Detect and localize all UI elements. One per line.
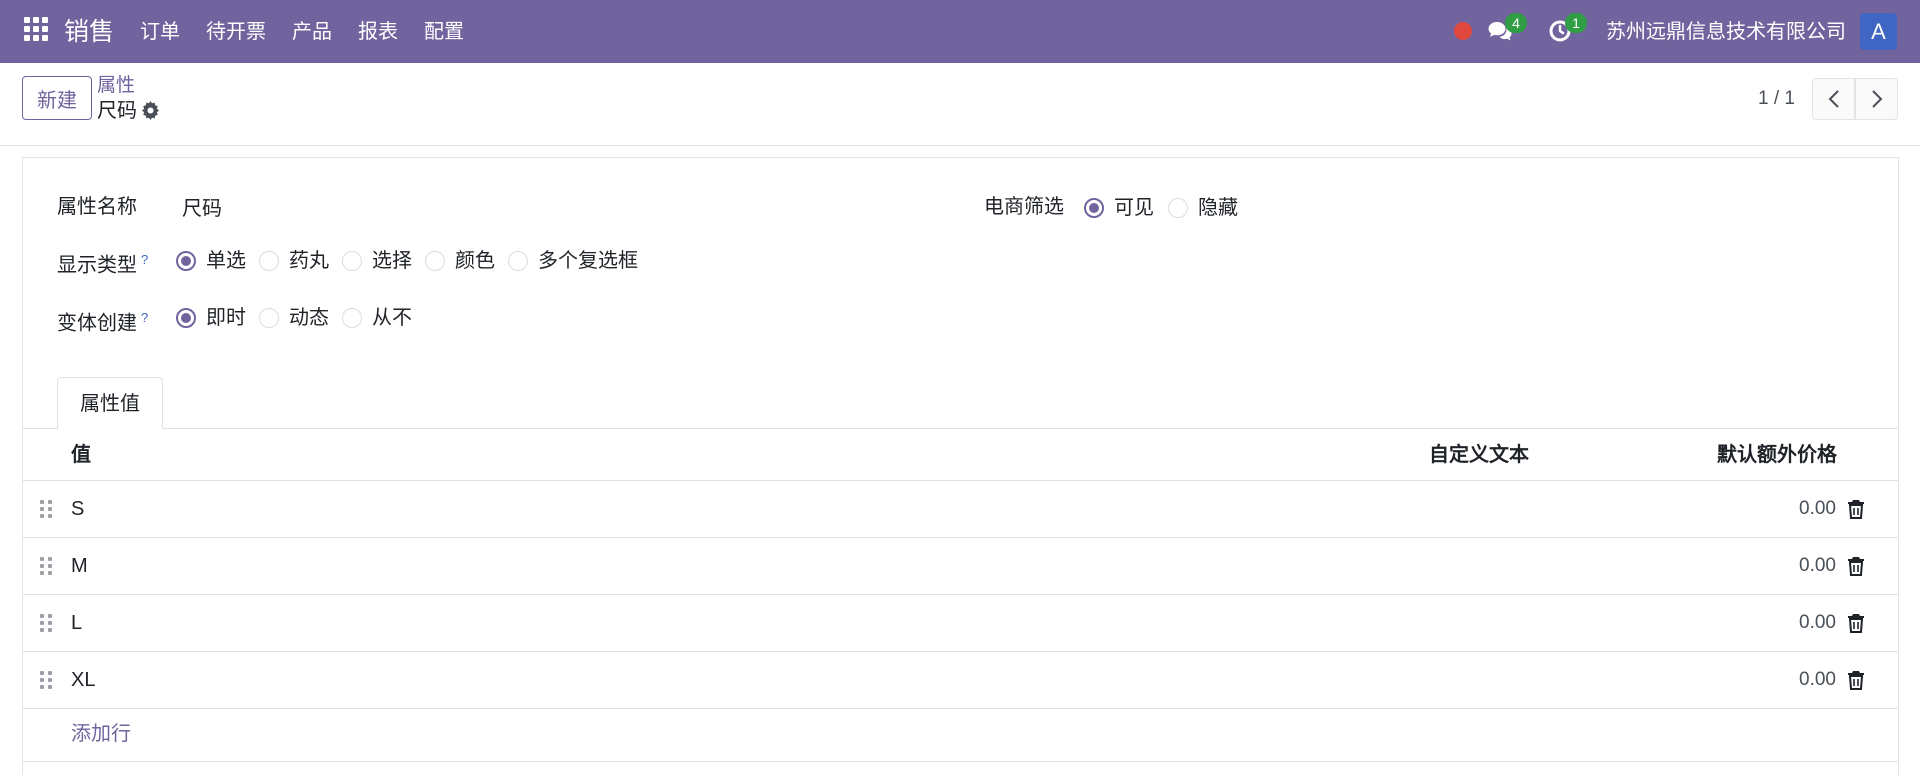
radio-label: 隐藏 [1198, 197, 1238, 219]
add-line-link[interactable]: 添加行 [71, 721, 131, 747]
row-extra-price[interactable]: 0.00 [1799, 610, 1836, 636]
breadcrumb-current: 尺码 [97, 100, 137, 122]
radio-label: 多个复选框 [538, 250, 638, 272]
radio-ecommerce-visible[interactable]: 可见 [1084, 195, 1154, 221]
menu-item-to-invoice[interactable]: 待开票 [206, 19, 266, 45]
radio-dot[interactable] [259, 251, 279, 271]
row-extra-price[interactable]: 0.00 [1799, 496, 1836, 522]
table-bottom-divider [23, 761, 1898, 762]
radio-label: 动态 [289, 307, 329, 329]
row-value-name[interactable]: S [71, 496, 84, 522]
menu-item-orders[interactable]: 订单 [140, 19, 180, 45]
radio-label: 即时 [206, 307, 246, 329]
drag-handle-icon[interactable] [40, 500, 52, 518]
table-row[interactable]: L 0.00 [23, 595, 1898, 652]
attribute-name-label: 属性名称 [57, 196, 137, 218]
ecommerce-filter-label: 电商筛选 [984, 196, 1064, 218]
pager-value[interactable]: 1 / 1 [1758, 87, 1795, 111]
pager-next-button[interactable] [1855, 78, 1898, 120]
main-menu: 订单 待开票 产品 报表 配置 [140, 19, 490, 45]
table-row[interactable]: XL 0.00 [23, 652, 1898, 709]
chevron-right-icon [1871, 90, 1882, 108]
radio-dot[interactable] [1168, 198, 1188, 218]
radio-dot[interactable] [425, 251, 445, 271]
table-header: 值 自定义文本 默认额外价格 [23, 429, 1898, 481]
radio-dot[interactable] [342, 251, 362, 271]
breadcrumb-parent[interactable]: 属性 [97, 75, 135, 97]
trash-icon[interactable] [1847, 556, 1865, 576]
row-value-name[interactable]: XL [71, 667, 95, 693]
top-navbar: 销售 订单 待开票 产品 报表 配置 4 1 苏州远鼎信息技术有限公司 A [0, 0, 1920, 63]
radio-display-radio[interactable]: 单选 [176, 248, 246, 274]
gear-icon[interactable] [141, 101, 160, 120]
radio-label: 可见 [1114, 197, 1154, 219]
new-button[interactable]: 新建 [22, 76, 92, 120]
app-name[interactable]: 销售 [64, 17, 114, 47]
radio-display-multi-checkbox[interactable]: 多个复选框 [508, 248, 638, 274]
row-value-name[interactable]: M [71, 553, 88, 579]
apps-menu-icon[interactable] [24, 17, 48, 41]
radio-display-color[interactable]: 颜色 [425, 248, 495, 274]
radio-dot[interactable] [1084, 198, 1104, 218]
radio-label: 从不 [372, 307, 412, 329]
row-extra-price[interactable]: 0.00 [1799, 553, 1836, 579]
radio-label: 颜色 [455, 250, 495, 272]
pager-previous-button[interactable] [1812, 78, 1855, 120]
chat-count-badge: 4 [1505, 13, 1527, 33]
company-switcher[interactable]: 苏州远鼎信息技术有限公司 [1606, 19, 1846, 45]
menu-item-configuration[interactable]: 配置 [424, 19, 464, 45]
radio-label: 单选 [206, 250, 246, 272]
menu-item-reporting[interactable]: 报表 [358, 19, 398, 45]
variant-creation-label: 变体创建? [57, 305, 148, 337]
drag-handle-icon[interactable] [40, 614, 52, 632]
tab-attribute-values[interactable]: 属性值 [57, 377, 163, 429]
row-extra-price[interactable]: 0.00 [1799, 667, 1836, 693]
table-row[interactable]: S 0.00 [23, 481, 1898, 538]
record-status-icon[interactable] [1454, 22, 1472, 40]
activity-count-badge: 1 [1565, 13, 1587, 33]
radio-label: 选择 [372, 250, 412, 272]
radio-dot[interactable] [342, 308, 362, 328]
user-avatar[interactable]: A [1860, 13, 1897, 50]
radio-variant-instantly[interactable]: 即时 [176, 305, 246, 331]
help-tooltip-icon[interactable]: ? [141, 252, 148, 267]
drag-handle-icon[interactable] [40, 557, 52, 575]
radio-dot[interactable] [508, 251, 528, 271]
row-value-name[interactable]: L [71, 610, 82, 636]
table-row[interactable]: M 0.00 [23, 538, 1898, 595]
chevron-left-icon [1828, 90, 1839, 108]
trash-icon[interactable] [1847, 499, 1865, 519]
column-header-custom-text[interactable]: 自定义文本 [1429, 442, 1529, 468]
menu-item-products[interactable]: 产品 [292, 19, 332, 45]
radio-display-select[interactable]: 选择 [342, 248, 412, 274]
column-header-value[interactable]: 值 [71, 442, 91, 468]
trash-icon[interactable] [1847, 670, 1865, 690]
radio-label: 药丸 [289, 250, 329, 272]
display-type-label: 显示类型? [57, 247, 148, 279]
display-type-label-text: 显示类型 [57, 254, 137, 277]
radio-variant-dynamically[interactable]: 动态 [259, 305, 329, 331]
radio-display-pills[interactable]: 药丸 [259, 248, 329, 274]
radio-dot[interactable] [176, 251, 196, 271]
control-panel: 新建 属性 尺码 1 / 1 [0, 63, 1920, 146]
help-tooltip-icon[interactable]: ? [141, 310, 148, 325]
drag-handle-icon[interactable] [40, 671, 52, 689]
attribute-name-input[interactable]: 尺码 [182, 196, 222, 222]
radio-dot[interactable] [176, 308, 196, 328]
variant-creation-label-text: 变体创建 [57, 312, 137, 335]
radio-dot[interactable] [259, 308, 279, 328]
column-header-default-extra-price[interactable]: 默认额外价格 [1717, 442, 1837, 468]
radio-variant-never[interactable]: 从不 [342, 305, 412, 331]
form-sheet: 属性名称 尺码 电商筛选 可见 隐藏 显示类型? 单选 药丸 选择 颜色 多个复… [22, 157, 1899, 775]
radio-ecommerce-hidden[interactable]: 隐藏 [1168, 195, 1238, 221]
trash-icon[interactable] [1847, 613, 1865, 633]
